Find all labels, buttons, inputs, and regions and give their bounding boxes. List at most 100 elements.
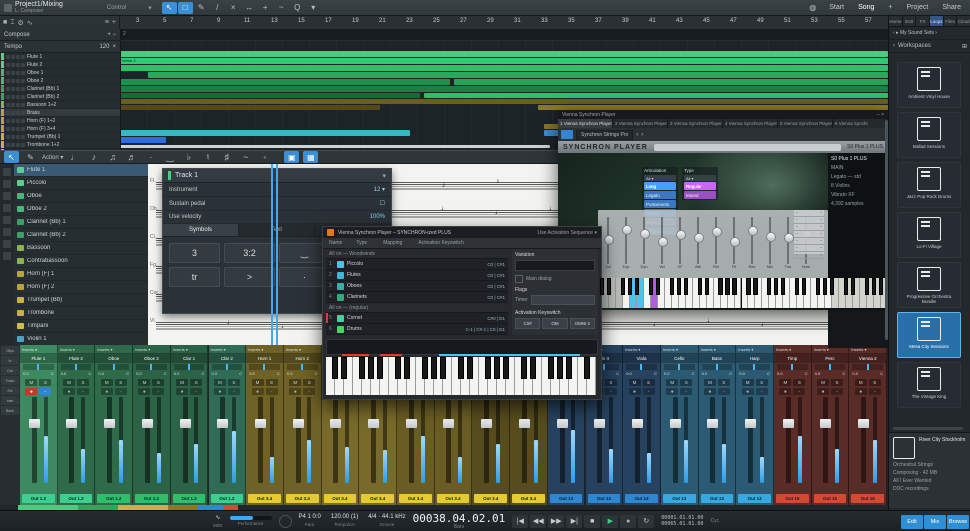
pan-slider[interactable]: [287, 364, 318, 370]
black-key[interactable]: [422, 357, 427, 379]
black-key[interactable]: [705, 278, 709, 295]
channel-fader[interactable]: [560, 397, 565, 483]
metronome-icon[interactable]: [279, 515, 292, 528]
solo-button[interactable]: S: [115, 379, 127, 386]
score-playhead[interactable]: [271, 164, 278, 345]
arrangement-clip[interactable]: Verse 2: [120, 58, 890, 64]
mixer-channel-strip[interactable]: Inserts ▾Horn 20.0CMS●◦Out 3.4: [284, 345, 322, 505]
stop-tool-icon[interactable]: ■: [3, 19, 7, 26]
time-counter[interactable]: 00038.04.02.01 Bars: [413, 513, 506, 530]
output-label[interactable]: Out 13: [663, 494, 696, 503]
score-track-row[interactable]: Clarinet (Bb) 2: [14, 229, 148, 242]
channel-fader[interactable]: [145, 397, 150, 483]
fader-cap[interactable]: [594, 419, 605, 428]
arrangement-clip[interactable]: [120, 130, 410, 136]
arrangement-clip[interactable]: [120, 86, 888, 92]
view-toggle-mix[interactable]: Mix: [924, 515, 946, 529]
synchron-keyboard[interactable]: [595, 278, 888, 308]
fader-cap[interactable]: [330, 419, 341, 428]
fader-cap[interactable]: [557, 419, 568, 428]
synchron-tab[interactable]: 6 Vienna Synchr: [833, 119, 888, 128]
score-side-icon[interactable]: [3, 240, 11, 248]
black-key[interactable]: [440, 357, 445, 379]
score-track-row[interactable]: Oboe 2: [14, 203, 148, 216]
arrange-track-row[interactable]: Horn (F) 3+4: [0, 125, 120, 133]
mixer-channel-strip[interactable]: Inserts ▾Oboe 20.0CMS●◦Out 1.2: [133, 345, 171, 505]
score-track-row[interactable]: Horn (F) 1: [14, 268, 148, 281]
loop-range[interactable]: 00001.01.01.00 00065.01.01.00: [661, 515, 703, 527]
note-duration-4-icon[interactable]: ·: [143, 151, 158, 163]
black-key[interactable]: [802, 278, 806, 295]
arrange-track-row[interactable]: Clarinet (Bb) 1: [0, 85, 120, 93]
channel-fader[interactable]: [371, 397, 376, 483]
black-key[interactable]: [774, 278, 778, 295]
browser-tab-cloud[interactable]: Cloud: [957, 16, 970, 26]
mute-button[interactable]: M: [214, 379, 226, 386]
vsl-instrument-row[interactable]: 2FlutesC0 | C#1: [326, 270, 508, 281]
score-tool-1-icon[interactable]: ✎: [23, 151, 38, 163]
synchron-tab[interactable]: 4 Vienna Synchron Player 4: [723, 119, 778, 128]
arrangement-clip[interactable]: [120, 79, 450, 85]
arrange-track-row[interactable]: Trombone 1+2: [0, 141, 120, 149]
pan-slider[interactable]: [174, 364, 205, 370]
fader-cap[interactable]: [293, 419, 304, 428]
channel-fader[interactable]: [823, 397, 828, 483]
output-label[interactable]: Out 15: [851, 494, 884, 503]
timeline-ruler[interactable]: 3579111315171921232527293133353739414345…: [120, 16, 888, 30]
list-icon[interactable]: ≡: [105, 19, 109, 26]
solo-button[interactable]: S: [152, 379, 164, 386]
score-side-icon[interactable]: [3, 228, 11, 236]
synchron-tab[interactable]: 5 Vienna Synchron Player 5: [778, 119, 833, 128]
sidebar-scrollbar[interactable]: [885, 120, 888, 340]
insert-slot[interactable]: Inserts ▾: [774, 345, 811, 354]
channel-fader[interactable]: [597, 397, 602, 483]
black-key[interactable]: [332, 357, 337, 379]
black-key[interactable]: [368, 357, 373, 379]
synchron-tab[interactable]: 1 Vienna Synchron Player: [558, 119, 613, 128]
output-label[interactable]: Out 13: [738, 494, 771, 503]
black-key[interactable]: [851, 278, 855, 295]
channel-fader[interactable]: [107, 397, 112, 483]
note-duration-7-icon[interactable]: ♮: [200, 151, 215, 163]
black-key[interactable]: [816, 278, 820, 295]
pan-slider[interactable]: [852, 364, 883, 370]
black-key[interactable]: [698, 278, 702, 295]
arrangement-clip[interactable]: [454, 79, 888, 85]
main-dialog-checkbox[interactable]: [515, 275, 523, 283]
document-tab[interactable]: Project1/Mixing L. Composer: [4, 1, 63, 15]
output-label[interactable]: Out 1.2: [97, 494, 130, 503]
insert-slot[interactable]: Inserts ▾: [209, 345, 246, 354]
pan-slider[interactable]: [61, 364, 92, 370]
arrangement-clip[interactable]: [120, 51, 888, 57]
black-key[interactable]: [879, 278, 883, 295]
output-label[interactable]: Out 3.4: [248, 494, 281, 503]
fader-cap[interactable]: [66, 419, 77, 428]
list-item[interactable]: Long: [644, 182, 676, 190]
black-key[interactable]: [600, 278, 604, 295]
synchron-fader[interactable]: Rev: [751, 217, 753, 264]
transport-field[interactable]: 120.00 (1)Tempo/Lin: [331, 514, 358, 528]
list-item[interactable]: Muted: [684, 191, 716, 199]
tempo-close-icon[interactable]: ×: [112, 44, 116, 50]
output-label[interactable]: Out 3.4: [437, 494, 470, 503]
pan-slider[interactable]: [815, 364, 846, 370]
note-duration-1-icon[interactable]: ♪: [86, 151, 101, 163]
black-key[interactable]: [865, 278, 869, 295]
note-duration-5-icon[interactable]: ‿: [162, 151, 177, 163]
output-label[interactable]: Out 3.4: [324, 494, 357, 503]
view-toggle-icon[interactable]: ⊞: [962, 43, 967, 50]
pan-slider[interactable]: [777, 364, 808, 370]
fader-cap[interactable]: [519, 419, 530, 428]
pan-slider[interactable]: [249, 364, 280, 370]
fader-cap[interactable]: [820, 419, 831, 428]
arrangement-clip[interactable]: [424, 93, 888, 98]
mixer-channel-strip[interactable]: Inserts ▾Cello0.0CMS●◦Out 13: [661, 345, 699, 505]
workspace-card[interactable]: Ballad Sessions: [897, 112, 961, 158]
tool-8-icon[interactable]: Q: [290, 2, 305, 14]
score-track-row[interactable]: Oboe: [14, 190, 148, 203]
mute-button[interactable]: M: [855, 379, 867, 386]
tempo-value[interactable]: 120: [99, 44, 109, 50]
synchron-titlebar[interactable]: Vienna Synchron Player – ×: [558, 110, 888, 119]
power-button[interactable]: [561, 130, 573, 139]
fader-cap[interactable]: [858, 419, 869, 428]
